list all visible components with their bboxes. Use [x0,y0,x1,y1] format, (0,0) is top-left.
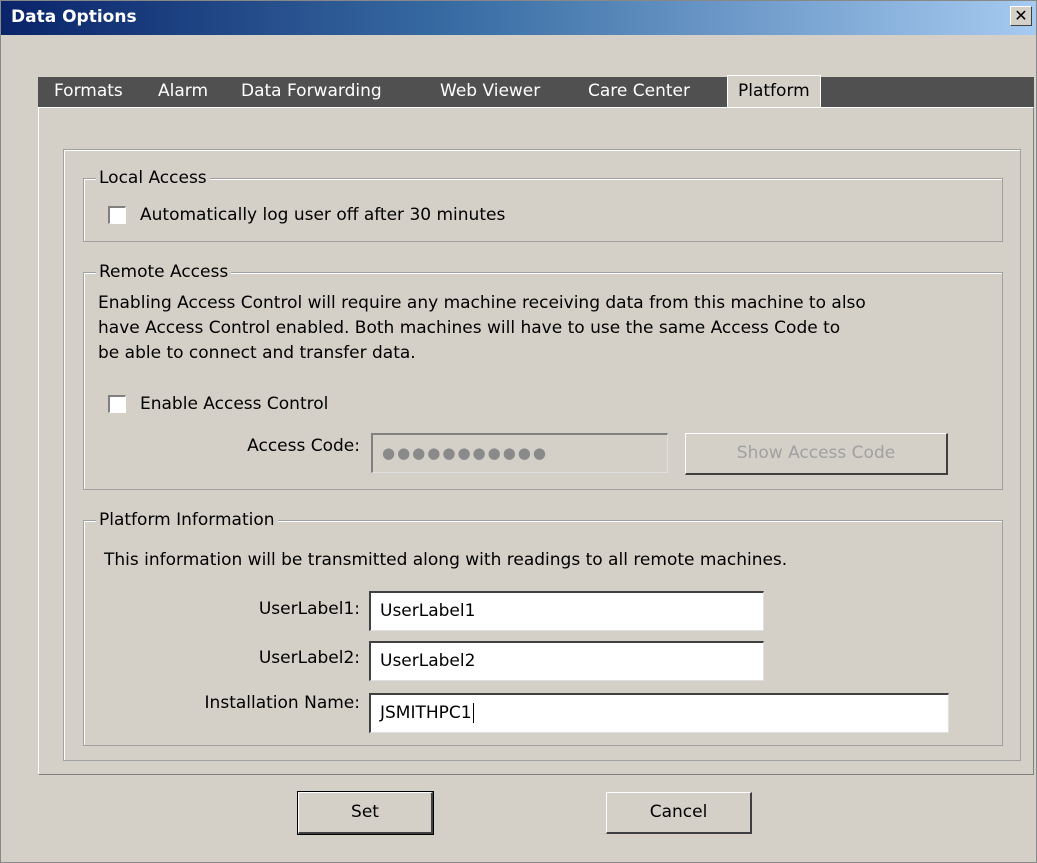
platform-information-group: Platform Information This information wi… [83,509,1003,746]
dialog-title: Data Options [11,7,137,27]
cancel-button[interactable]: Cancel [606,792,752,834]
auto-logoff-checkbox[interactable] [108,206,126,224]
userlabel1-field[interactable]: UserLabel1 [369,591,764,631]
close-button[interactable]: ✕ [1010,6,1032,26]
platform-information-legend: Platform Information [96,509,278,531]
remote-access-legend: Remote Access [96,261,232,283]
userlabel2-label: UserLabel2: [258,648,360,668]
text-caret [472,703,474,723]
remote-access-group: Remote Access Enabling Access Control wi… [83,261,1003,490]
enable-access-control-checkbox[interactable] [108,395,126,413]
set-button[interactable]: Set [297,791,434,835]
access-code-label: Access Code: [247,436,360,456]
dialog-window: Data Options ✕ Formats Alarm Data Forwar… [0,0,1037,863]
close-icon: ✕ [1014,6,1028,25]
remote-description-line: be able to connect and transfer data. [98,343,416,363]
tab-strip: Formats Alarm Data Forwarding Web Viewer… [38,75,1034,108]
auto-logoff-option[interactable]: Automatically log user off after 30 minu… [108,205,505,225]
enable-access-control-label[interactable]: Enable Access Control [140,394,328,414]
local-access-legend: Local Access [96,167,210,189]
installation-name-label: Installation Name: [204,693,360,713]
tab-alarm[interactable]: Alarm [148,77,218,107]
local-access-group: Local Access Automatically log user off … [83,167,1003,242]
remote-description-line: have Access Control enabled. Both machin… [98,318,841,338]
show-access-code-button[interactable]: Show Access Code [685,433,948,475]
tab-formats[interactable]: Formats [44,77,133,107]
tab-platform[interactable]: Platform [727,75,821,108]
installation-name-field[interactable]: JSMITHPC1 [369,693,949,733]
access-code-field[interactable]: ●●●●●●●●●●● [371,433,668,473]
tab-data-forwarding[interactable]: Data Forwarding [231,77,392,107]
access-code-mask: ●●●●●●●●●●● [382,444,548,462]
remote-access-description: Enabling Access Control will require any… [98,291,866,366]
userlabel1-label: UserLabel1: [258,599,360,619]
tab-web-viewer[interactable]: Web Viewer [430,77,550,107]
enable-access-control-option[interactable]: Enable Access Control [108,394,328,414]
title-bar[interactable]: Data Options ✕ [1,1,1036,35]
userlabel2-field[interactable]: UserLabel2 [369,641,764,681]
platform-information-description: This information will be transmitted alo… [104,550,788,570]
remote-description-line: Enabling Access Control will require any… [98,293,866,313]
installation-name-value: JSMITHPC1 [380,703,472,723]
auto-logoff-label[interactable]: Automatically log user off after 30 minu… [140,205,505,225]
tab-care-center[interactable]: Care Center [578,77,700,107]
